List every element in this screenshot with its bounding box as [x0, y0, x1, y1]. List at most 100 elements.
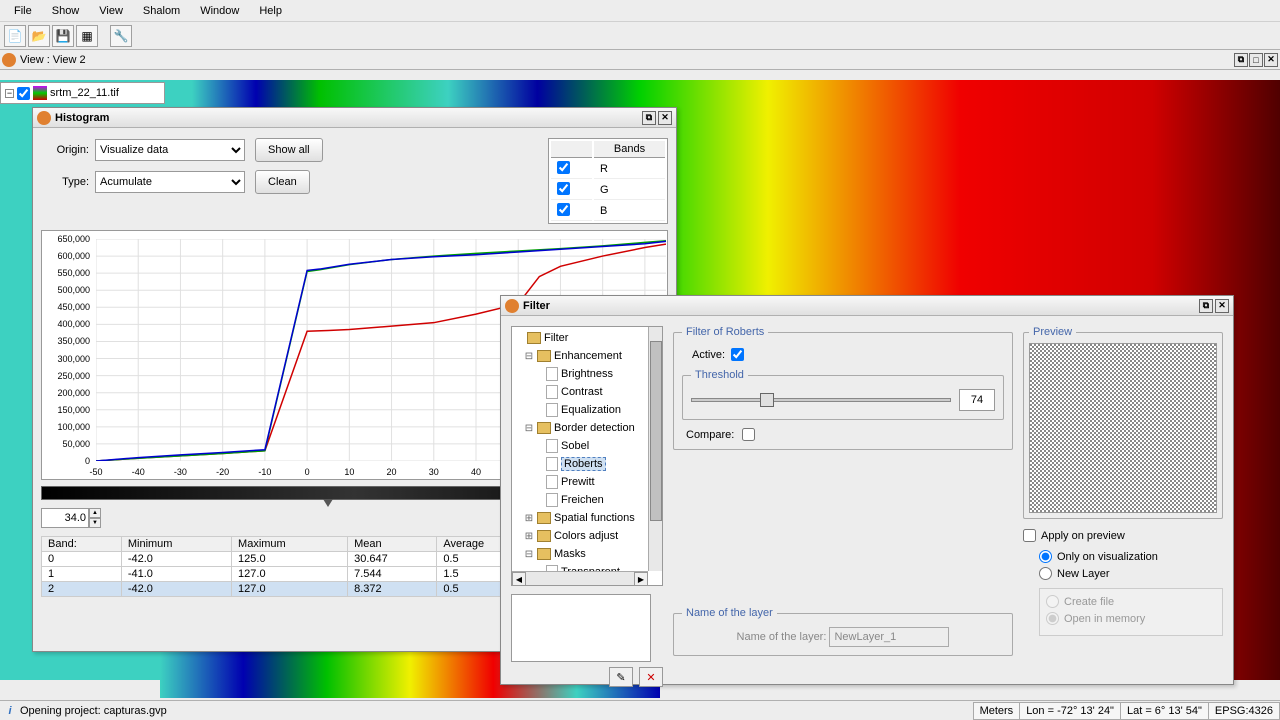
- threshold-value-input[interactable]: [959, 389, 995, 411]
- tree-vscrollbar[interactable]: [648, 327, 662, 571]
- chart-ytick: 200,000: [44, 388, 90, 398]
- filter-close-icon[interactable]: ✕: [1215, 299, 1229, 313]
- stats-header[interactable]: Band:: [42, 537, 122, 552]
- filter-edit-icon[interactable]: ✎: [609, 667, 633, 687]
- menu-view[interactable]: View: [89, 3, 133, 19]
- view-restore-icon[interactable]: ⧉: [1234, 53, 1248, 67]
- stats-header[interactable]: Maximum: [232, 537, 348, 552]
- layer-tree-item[interactable]: − srtm_22_11.tif: [0, 82, 165, 104]
- tree-expand-icon[interactable]: ⊞: [524, 513, 534, 524]
- stats-cell: -41.0: [121, 567, 231, 582]
- show-all-button[interactable]: Show all: [255, 138, 323, 162]
- tree-roberts[interactable]: Roberts: [561, 457, 606, 471]
- toolbar-new-icon[interactable]: 📄: [4, 25, 26, 47]
- band-g-checkbox[interactable]: [557, 182, 570, 195]
- tree-collapse-icon[interactable]: ⊟: [524, 351, 534, 362]
- filter-panel: Filter ⧉ ✕ Filter ⊟ Enhancement Brightnes…: [500, 295, 1234, 685]
- filter-applied-list[interactable]: [511, 594, 651, 662]
- menu-window[interactable]: Window: [190, 3, 249, 19]
- type-select[interactable]: Acumulate: [95, 171, 245, 193]
- tree-freichen[interactable]: Freichen: [561, 494, 604, 506]
- histogram-titlebar[interactable]: Histogram ⧉ ✕: [33, 108, 676, 128]
- tree-root[interactable]: Filter: [544, 332, 568, 344]
- tree-prewitt[interactable]: Prewitt: [561, 476, 595, 488]
- band-b-checkbox[interactable]: [557, 203, 570, 216]
- origin-select[interactable]: Visualize data: [95, 139, 245, 161]
- stats-cell: 1: [42, 567, 122, 582]
- preview-image: [1029, 343, 1217, 513]
- status-lon: Lon = -72° 13' 24": [1019, 702, 1121, 720]
- filter-delete-icon[interactable]: ✕: [639, 667, 663, 687]
- tree-contrast[interactable]: Contrast: [561, 386, 603, 398]
- folder-icon: [537, 350, 551, 362]
- new-layer-radio[interactable]: [1039, 567, 1052, 580]
- menu-help[interactable]: Help: [249, 3, 292, 19]
- toolbar-tool-icon[interactable]: 🔧: [110, 25, 132, 47]
- chart-xtick: -10: [258, 467, 271, 477]
- tree-colors[interactable]: Colors adjust: [554, 530, 618, 542]
- tree-sobel[interactable]: Sobel: [561, 440, 589, 452]
- layer-visible-checkbox[interactable]: [17, 87, 30, 100]
- layer-name: srtm_22_11.tif: [50, 87, 119, 99]
- histogram-close-icon[interactable]: ✕: [658, 111, 672, 125]
- chart-ytick: 150,000: [44, 405, 90, 415]
- chart-ytick: 50,000: [44, 439, 90, 449]
- chart-ytick: 550,000: [44, 268, 90, 278]
- type-label: Type:: [41, 176, 89, 188]
- preview-group: Preview: [1023, 326, 1223, 519]
- tree-collapse-icon[interactable]: −: [5, 89, 14, 98]
- menu-file[interactable]: File: [4, 3, 42, 19]
- histogram-icon: [37, 111, 51, 125]
- chart-xtick: 40: [471, 467, 481, 477]
- clean-button[interactable]: Clean: [255, 170, 310, 194]
- stats-header[interactable]: Mean: [348, 537, 437, 552]
- tree-spatial[interactable]: Spatial functions: [554, 512, 635, 524]
- menu-shalom[interactable]: Shalom: [133, 3, 190, 19]
- band-r-checkbox[interactable]: [557, 161, 570, 174]
- status-epsg[interactable]: EPSG:4326: [1208, 702, 1280, 720]
- view-close-icon[interactable]: ✕: [1264, 53, 1278, 67]
- chart-xtick: -20: [216, 467, 229, 477]
- toolbar-save-icon[interactable]: 💾: [52, 25, 74, 47]
- toolbar-open-icon[interactable]: 📂: [28, 25, 50, 47]
- compare-checkbox[interactable]: [742, 428, 755, 441]
- tree-brightness[interactable]: Brightness: [561, 368, 613, 380]
- tree-collapse-icon[interactable]: ⊟: [524, 423, 534, 434]
- new-layer-label: New Layer: [1057, 568, 1110, 580]
- spin-value-input[interactable]: [41, 508, 89, 528]
- threshold-slider-thumb[interactable]: [760, 393, 774, 407]
- threshold-slider[interactable]: [691, 398, 951, 402]
- active-checkbox[interactable]: [731, 348, 744, 361]
- tree-equalization[interactable]: Equalization: [561, 404, 621, 416]
- toolbar-grid-icon[interactable]: ▦: [76, 25, 98, 47]
- view-maximize-icon[interactable]: □: [1249, 53, 1263, 67]
- tree-border-detection[interactable]: Border detection: [554, 422, 635, 434]
- name-layer-input[interactable]: [829, 627, 949, 647]
- histogram-maximize-icon[interactable]: ⧉: [642, 111, 656, 125]
- active-label: Active:: [692, 349, 725, 361]
- menu-show[interactable]: Show: [42, 3, 90, 19]
- filter-titlebar[interactable]: Filter ⧉ ✕: [501, 296, 1233, 316]
- range-slider-handle[interactable]: [323, 499, 333, 507]
- filter-maximize-icon[interactable]: ⧉: [1199, 299, 1213, 313]
- file-icon: [546, 367, 558, 381]
- status-units[interactable]: Meters: [973, 702, 1021, 720]
- filter-tree[interactable]: Filter ⊟Enhancement Brightness Contrast …: [511, 326, 663, 586]
- stats-header[interactable]: Minimum: [121, 537, 231, 552]
- spin-down-button[interactable]: ▼: [89, 518, 101, 528]
- tree-collapse-icon[interactable]: ⊟: [524, 549, 534, 560]
- viz-only-radio[interactable]: [1039, 550, 1052, 563]
- spin-up-button[interactable]: ▲: [89, 508, 101, 518]
- histogram-title: Histogram: [55, 112, 109, 124]
- chart-ytick: 250,000: [44, 371, 90, 381]
- file-icon: [546, 403, 558, 417]
- filter-icon: [505, 299, 519, 313]
- tree-enhancement[interactable]: Enhancement: [554, 350, 622, 362]
- chart-ytick: 450,000: [44, 302, 90, 312]
- view-titlebar: View : View 2 ⧉ □ ✕: [0, 50, 1280, 70]
- tree-expand-icon[interactable]: ⊞: [524, 531, 534, 542]
- tree-hscrollbar[interactable]: ◀▶: [512, 571, 648, 585]
- stats-cell: 7.544: [348, 567, 437, 582]
- apply-preview-checkbox[interactable]: [1023, 529, 1036, 542]
- tree-masks[interactable]: Masks: [554, 548, 586, 560]
